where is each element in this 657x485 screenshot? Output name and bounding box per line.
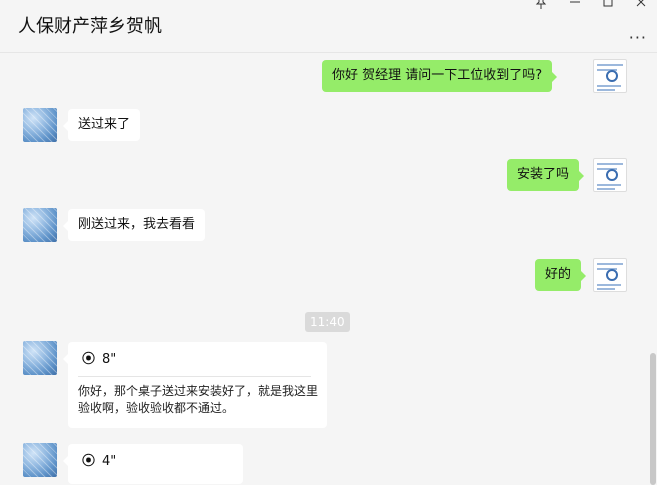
self-avatar[interactable] (593, 59, 627, 93)
voice-wave-icon: ⦿ (82, 454, 96, 469)
message-bubble-outgoing[interactable]: 安装了吗 (507, 159, 585, 191)
self-avatar[interactable] (593, 258, 627, 292)
divider (78, 376, 311, 377)
scrollbar[interactable] (650, 353, 656, 485)
more-icon[interactable]: ··· (629, 28, 647, 47)
self-avatar[interactable] (593, 158, 627, 192)
minimize-icon[interactable] (564, 0, 586, 14)
pin-icon[interactable] (530, 0, 552, 14)
voice-duration: 8" (102, 352, 117, 367)
contact-avatar[interactable] (23, 443, 57, 477)
chat-title: 人保财产萍乡贺帆 (18, 16, 162, 37)
close-icon[interactable] (630, 0, 652, 14)
contact-avatar[interactable] (23, 341, 57, 375)
contact-avatar[interactable] (23, 108, 57, 142)
voice-transcript: 你好，那个桌子送过来安装好了，就是我这里验收啊，验收验收都不通过。 (78, 384, 319, 415)
message-bubble-outgoing[interactable]: 好的 (535, 259, 587, 291)
message-bubble-incoming[interactable]: 送过来了 (62, 109, 141, 141)
voice-message[interactable]: ⦿ 8" 你好，那个桌子送过来安装好了，就是我这里验收啊，验收验收都不通过。 (63, 342, 327, 428)
message-list[interactable]: 你好 贺经理 请问一下工位收到了吗? 送过来了 安装了吗 刚送过来，我去看看 好… (0, 53, 657, 485)
message-bubble-outgoing[interactable]: 你好 贺经理 请问一下工位收到了吗? (322, 60, 558, 92)
chat-header: 人保财产萍乡贺帆 ··· (0, 0, 657, 53)
contact-avatar[interactable] (23, 208, 57, 242)
maximize-icon[interactable] (597, 0, 619, 14)
message-bubble-incoming[interactable]: 刚送过来，我去看看 (62, 209, 206, 241)
voice-wave-icon: ⦿ (82, 352, 96, 367)
timestamp-divider: 11:40 (305, 312, 350, 332)
voice-duration: 4" (102, 454, 117, 469)
voice-message[interactable]: ⦿ 4" (63, 444, 243, 484)
